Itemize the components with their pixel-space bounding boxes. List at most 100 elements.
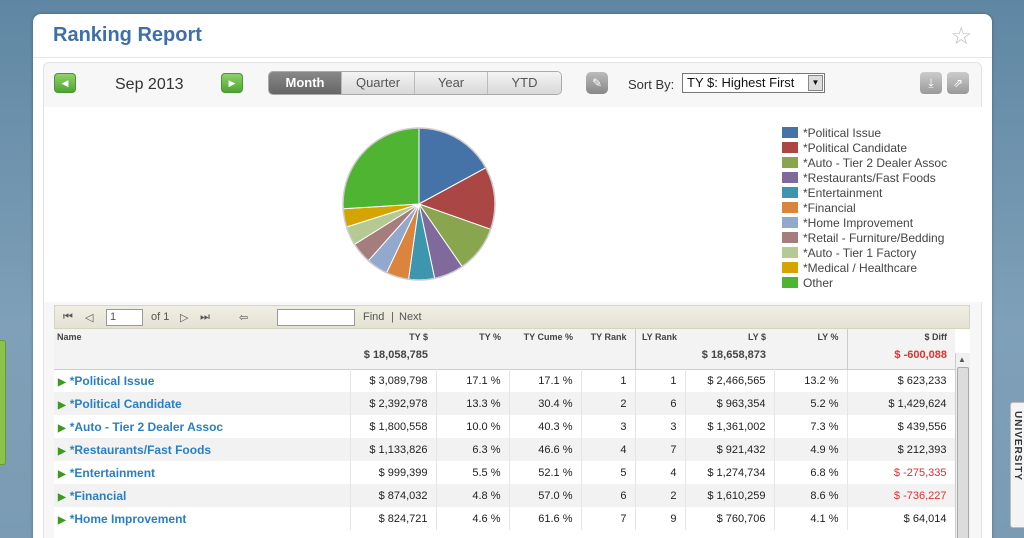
tab-month[interactable]: Month [269, 72, 342, 94]
legend-swatch [782, 217, 798, 228]
header-row: Name TY $ TY % TY Cume % TY Rank LY Rank… [54, 329, 955, 343]
col-header-ty-pct[interactable]: TY % [436, 329, 509, 343]
panel-header: Ranking Report ☆ [33, 14, 992, 58]
legend-item[interactable]: *Political Candidate [782, 140, 947, 155]
row-name-label[interactable]: *Home Improvement [70, 512, 187, 526]
row-diff: $ 439,556 [846, 415, 956, 438]
ranking-table: Name TY $ TY % TY Cume % TY Rank LY Rank… [54, 329, 956, 530]
row-ly: $ 760,706 [685, 507, 775, 530]
expand-arrow-icon[interactable]: ▶ [58, 423, 66, 434]
row-name-label[interactable]: *Political Issue [70, 374, 155, 388]
row-name-label[interactable]: *Political Candidate [70, 397, 182, 411]
col-header-ly[interactable]: LY $ [685, 329, 774, 343]
find-input[interactable] [277, 309, 355, 326]
expand-arrow-icon[interactable]: ▶ [58, 515, 66, 526]
legend-item[interactable]: *Financial [782, 200, 947, 215]
find-link[interactable]: Find [363, 311, 384, 323]
col-header-ly-pct[interactable]: LY % [774, 329, 847, 343]
university-side-tab[interactable]: UNIVERSITY [1010, 402, 1024, 528]
row-name[interactable]: ▶ *Home Improvement [54, 507, 351, 530]
popout-icon[interactable]: ⇗ [947, 72, 969, 94]
pencil-icon[interactable]: ✎ [586, 72, 608, 94]
row-ly-pct: 4.9 % [774, 438, 848, 461]
col-header-ty-rank[interactable]: TY Rank [581, 329, 635, 343]
star-icon[interactable]: ☆ [950, 22, 972, 51]
col-header-name[interactable]: Name [54, 329, 350, 343]
row-name-label[interactable]: *Entertainment [70, 466, 155, 480]
table-row[interactable]: ▶ *Political Issue $ 3,089,798 17.1 % 17.1 %… [54, 369, 956, 392]
col-header-ty-cume[interactable]: TY Cume % [509, 329, 581, 343]
tab-quarter[interactable]: Quarter [342, 72, 415, 94]
row-ty: $ 2,392,978 [350, 392, 437, 415]
legend-item[interactable]: *Entertainment [782, 185, 947, 200]
download-icon[interactable]: ⤓ [920, 72, 942, 94]
university-label: UNIVERSITY [1012, 411, 1023, 482]
row-name[interactable]: ▶ *Entertainment [54, 461, 351, 484]
legend-item[interactable]: *Medical / Healthcare [782, 260, 947, 275]
row-name-label[interactable]: *Financial [70, 489, 127, 503]
table-row[interactable]: ▶ *Auto - Tier 2 Dealer Assoc $ 1,800,558 1… [54, 415, 956, 438]
row-ly: $ 2,466,565 [685, 369, 775, 392]
legend-item[interactable]: *Restaurants/Fast Foods [782, 170, 947, 185]
expand-arrow-icon[interactable]: ▶ [58, 377, 66, 388]
page-title: Ranking Report [53, 24, 202, 46]
page-count-label: of 1 [151, 311, 170, 323]
row-ty-pct: 6.3 % [436, 438, 510, 461]
prev-arrow-icon: ◀ [61, 78, 69, 88]
row-ly-pct: 6.8 % [774, 461, 848, 484]
legend-item[interactable]: Other [782, 275, 947, 290]
next-page-icon[interactable]: ▷ [180, 311, 188, 324]
row-name[interactable]: ▶ *Financial [54, 484, 351, 507]
tab-ytd[interactable]: YTD [488, 72, 561, 94]
col-header-diff[interactable]: $ Diff [846, 329, 955, 343]
tab-year[interactable]: Year [415, 72, 488, 94]
next-period-button[interactable]: ▶ [221, 73, 243, 93]
expand-arrow-icon[interactable]: ▶ [58, 492, 66, 503]
legend-swatch [782, 172, 798, 183]
legend-swatch [782, 187, 798, 198]
col-header-ly-rank[interactable]: LY Rank [634, 329, 685, 343]
row-name[interactable]: ▶ *Political Candidate [54, 392, 351, 415]
row-name-label[interactable]: *Auto - Tier 2 Dealer Assoc [70, 420, 223, 434]
legend-item[interactable]: *Home Improvement [782, 215, 947, 230]
legend-item[interactable]: *Retail - Furniture/Bedding [782, 230, 947, 245]
sort-select[interactable]: TY $: Highest First ▼ [682, 73, 825, 93]
page-number-input[interactable]: 1 [106, 309, 143, 326]
row-ty-cume: 30.4 % [509, 392, 582, 415]
scroll-thumb[interactable] [957, 367, 969, 538]
expand-arrow-icon[interactable]: ▶ [58, 469, 66, 480]
prev-page-icon[interactable]: ◁ [85, 311, 93, 324]
row-diff: $ 212,393 [846, 438, 956, 461]
expand-arrow-icon[interactable]: ▶ [58, 400, 66, 411]
legend-item[interactable]: *Auto - Tier 1 Factory [782, 245, 947, 260]
scroll-up-icon[interactable]: ▲ [958, 355, 966, 364]
table-row[interactable]: ▶ *Home Improvement $ 824,721 4.6 % 61.6 % 7 9… [54, 507, 956, 530]
col-header-ty[interactable]: TY $ [350, 329, 436, 343]
legend-label: *Financial [803, 200, 856, 215]
last-page-icon[interactable]: ⏭ [200, 311, 210, 324]
prev-period-button[interactable]: ◀ [54, 73, 76, 93]
pie-chart [342, 127, 496, 281]
first-page-icon[interactable]: ⏮ [63, 311, 73, 324]
legend-item[interactable]: *Political Issue [782, 125, 947, 140]
legend-item[interactable]: *Auto - Tier 2 Dealer Assoc [782, 155, 947, 170]
table-row[interactable]: ▶ *Financial $ 874,032 4.8 % 57.0 % 6 2 $ 1,610… [54, 484, 956, 507]
next-link[interactable]: Next [399, 311, 422, 323]
expand-arrow-icon[interactable]: ▶ [58, 446, 66, 457]
row-name[interactable]: ▶ *Auto - Tier 2 Dealer Assoc [54, 415, 351, 438]
row-ty: $ 824,721 [350, 507, 437, 530]
row-name[interactable]: ▶ *Restaurants/Fast Foods [54, 438, 351, 461]
grid-scrollbar[interactable]: ▲ [955, 353, 970, 538]
back-icon[interactable]: ⇦ [239, 311, 248, 324]
row-name[interactable]: ▶ *Political Issue [54, 369, 351, 392]
legend-swatch [782, 262, 798, 273]
left-side-tab[interactable] [0, 340, 6, 465]
legend-swatch [782, 247, 798, 258]
table-row[interactable]: ▶ *Political Candidate $ 2,392,978 13.3 % 30… [54, 392, 956, 415]
table-row[interactable]: ▶ *Entertainment $ 999,399 5.5 % 52.1 % 5 4 $ 1… [54, 461, 956, 484]
row-ly-pct: 8.6 % [774, 484, 848, 507]
table-row[interactable]: ▶ *Restaurants/Fast Foods $ 1,133,826 6.3 %… [54, 438, 956, 461]
pie-slice[interactable] [342, 127, 420, 210]
row-name-label[interactable]: *Restaurants/Fast Foods [70, 443, 211, 457]
row-ty-pct: 17.1 % [436, 369, 510, 392]
